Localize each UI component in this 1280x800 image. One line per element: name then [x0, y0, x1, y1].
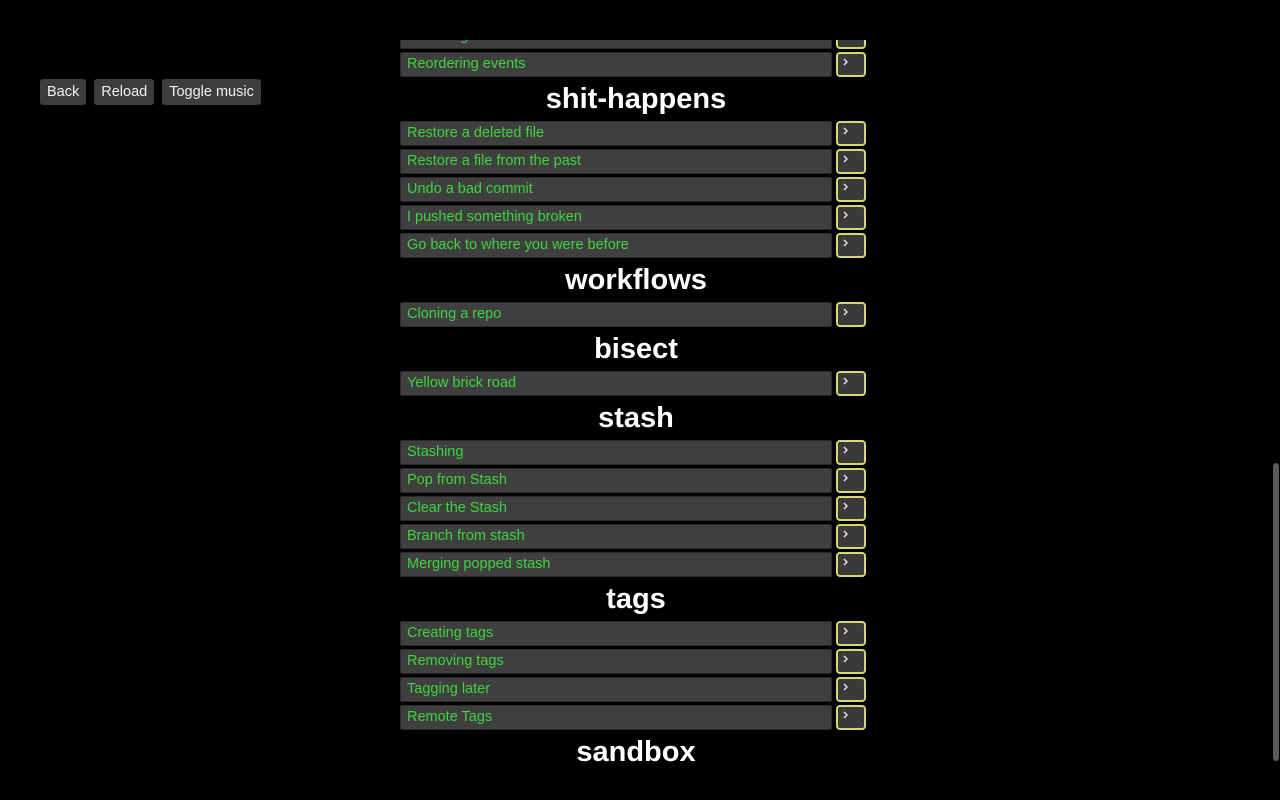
- section-title: shit-happens: [545, 83, 727, 115]
- level-button[interactable]: Clear the Stash: [400, 496, 832, 521]
- level-row: Tagging later: [400, 677, 872, 702]
- level-row: Clear the Stash: [400, 496, 872, 521]
- level-button[interactable]: Restore a deleted file: [400, 121, 832, 146]
- level-command-button[interactable]: [836, 468, 866, 493]
- level-button[interactable]: Restore a file from the past: [400, 149, 832, 174]
- section-title: tags: [606, 583, 666, 615]
- level-button[interactable]: Yellow brick road: [400, 371, 832, 396]
- level-command-button[interactable]: [836, 649, 866, 674]
- level-list: Rebasing Reordering events shit-happens Res…: [400, 40, 872, 774]
- level-button[interactable]: Cloning a repo: [400, 302, 832, 327]
- level-command-button[interactable]: [836, 121, 866, 146]
- level-command-button[interactable]: [836, 440, 866, 465]
- level-row: Removing tags: [400, 649, 872, 674]
- section-title: workflows: [565, 264, 707, 296]
- level-button[interactable]: Tagging later: [400, 677, 832, 702]
- level-command-button[interactable]: [836, 233, 866, 258]
- level-row: Branch from stash: [400, 524, 872, 549]
- level-button[interactable]: Removing tags: [400, 649, 832, 674]
- level-button[interactable]: Merging popped stash: [400, 552, 832, 577]
- level-row: Go back to where you were before: [400, 233, 872, 258]
- level-row: Rebasing: [400, 40, 872, 49]
- level-row: Creating tags: [400, 621, 872, 646]
- level-command-button[interactable]: [836, 621, 866, 646]
- scrollbar-thumb[interactable]: [1273, 463, 1279, 761]
- level-button[interactable]: Branch from stash: [400, 524, 832, 549]
- level-button[interactable]: Stashing: [400, 440, 832, 465]
- level-command-button[interactable]: [836, 371, 866, 396]
- level-button[interactable]: I pushed something broken: [400, 205, 832, 230]
- level-button[interactable]: Remote Tags: [400, 705, 832, 730]
- level-row: Yellow brick road: [400, 371, 872, 396]
- level-row: Undo a bad commit: [400, 177, 872, 202]
- level-row: Merging popped stash: [400, 552, 872, 577]
- level-row: Stashing: [400, 440, 872, 465]
- level-command-button[interactable]: [836, 52, 866, 77]
- level-button[interactable]: Reordering events: [400, 52, 832, 77]
- level-row: I pushed something broken: [400, 205, 872, 230]
- level-button[interactable]: Rebasing: [400, 40, 832, 49]
- level-button[interactable]: Go back to where you were before: [400, 233, 832, 258]
- level-row: Reordering events: [400, 52, 872, 77]
- level-row: Cloning a repo: [400, 302, 872, 327]
- level-button[interactable]: Pop from Stash: [400, 468, 832, 493]
- level-row: Restore a file from the past: [400, 149, 872, 174]
- level-button[interactable]: Creating tags: [400, 621, 832, 646]
- level-command-button[interactable]: [836, 205, 866, 230]
- level-row: Remote Tags: [400, 705, 872, 730]
- level-command-button[interactable]: [836, 177, 866, 202]
- level-command-button[interactable]: [836, 40, 866, 49]
- section-title: bisect: [594, 333, 678, 365]
- level-command-button[interactable]: [836, 524, 866, 549]
- level-row: Pop from Stash: [400, 468, 872, 493]
- section-title: stash: [598, 402, 674, 434]
- level-command-button[interactable]: [836, 496, 866, 521]
- level-list-scroll-area[interactable]: Rebasing Reordering events shit-happens Res…: [0, 40, 1280, 800]
- level-button[interactable]: Undo a bad commit: [400, 177, 832, 202]
- section-title: sandbox: [576, 736, 696, 768]
- level-row: Restore a deleted file: [400, 121, 872, 146]
- level-command-button[interactable]: [836, 705, 866, 730]
- level-command-button[interactable]: [836, 302, 866, 327]
- level-command-button[interactable]: [836, 552, 866, 577]
- level-command-button[interactable]: [836, 677, 866, 702]
- level-command-button[interactable]: [836, 149, 866, 174]
- scrollbar[interactable]: [1272, 40, 1280, 800]
